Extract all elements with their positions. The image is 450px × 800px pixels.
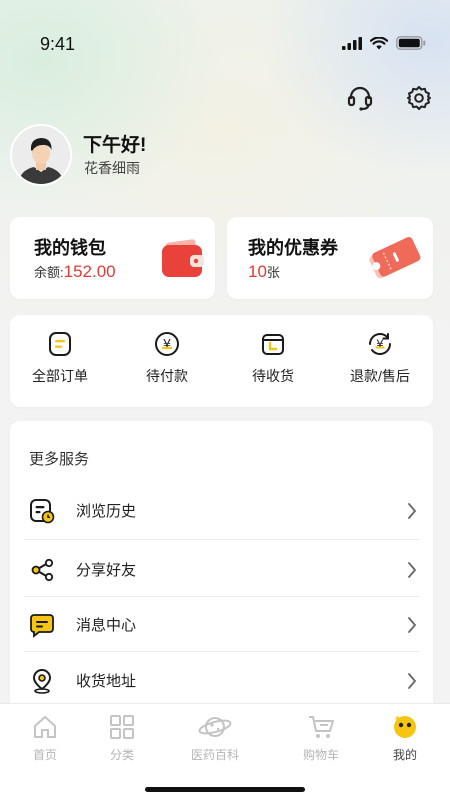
category-icon — [110, 715, 134, 739]
status-time: 9:41 — [40, 34, 76, 54]
customer-service-icon[interactable] — [346, 84, 374, 112]
coupon-title: 我的优惠券 — [248, 238, 338, 258]
message-icon — [28, 611, 56, 639]
location-icon — [28, 667, 56, 695]
history-icon — [28, 497, 56, 525]
signal-icon — [342, 36, 362, 50]
mine-face-icon — [394, 716, 416, 738]
package-icon — [262, 334, 284, 355]
username: 花香细雨 — [84, 160, 140, 176]
service-share[interactable]: 分享好友 — [24, 542, 419, 597]
wifi-icon — [370, 36, 388, 49]
planet-icon — [198, 717, 232, 737]
divider — [24, 539, 419, 540]
order-refund[interactable]: ¥ 退款/售后 — [330, 330, 430, 386]
chevron-right-icon — [408, 616, 417, 633]
service-address[interactable]: 收货地址 — [24, 653, 419, 708]
cart-icon — [309, 716, 334, 738]
tab-encyclopedia[interactable]: 医药百科 — [175, 714, 255, 763]
chevron-right-icon — [408, 502, 417, 519]
balance-value: 152.00 — [63, 262, 116, 281]
wallet-icon — [162, 239, 204, 277]
tab-mine-label: 我的 — [392, 748, 417, 762]
services-card: 更多服务 浏览历史 分享好友 消息中心 收货地址 — [10, 421, 433, 721]
settings-gear-icon[interactable] — [405, 84, 433, 112]
home-icon — [34, 716, 56, 738]
tab-home[interactable]: 首页 — [5, 714, 85, 763]
status-icons — [342, 36, 426, 50]
wallet-card[interactable]: 我的钱包 余额: 152.00 — [10, 217, 215, 299]
tab-bar: 首页 分类 医药百科 购物车 我的 — [0, 703, 450, 800]
services-title: 更多服务 — [29, 451, 90, 468]
yuan-coin-icon: ¥ — [155, 332, 179, 356]
tab-category[interactable]: 分类 — [82, 714, 162, 763]
service-messages[interactable]: 消息中心 — [24, 597, 419, 652]
tab-home-label: 首页 — [32, 748, 57, 762]
battery-icon — [396, 36, 426, 50]
coupon-count-unit: 张 — [266, 265, 280, 280]
service-address-label: 收货地址 — [76, 673, 137, 690]
service-share-label: 分享好友 — [76, 562, 137, 579]
divider — [24, 651, 419, 652]
tab-encyclopedia-label: 医药百科 — [190, 748, 239, 762]
avatar[interactable] — [10, 124, 72, 186]
order-pending-receipt[interactable]: 待收货 — [223, 330, 323, 386]
order-refund-label: 退款/售后 — [350, 368, 410, 384]
share-icon — [28, 556, 56, 584]
tab-category-label: 分类 — [109, 748, 134, 762]
orders-card: 全部订单 ¥ 待付款 待收货 ¥ 退款/售后 — [10, 315, 433, 407]
coupon-count: 10 张 — [248, 262, 280, 282]
wallet-title: 我的钱包 — [34, 238, 106, 258]
tab-mine[interactable]: 我的 — [365, 714, 445, 763]
order-list-icon — [49, 332, 71, 356]
coupon-ticket-icon — [369, 237, 421, 279]
home-indicator — [145, 787, 305, 792]
order-pending-payment[interactable]: ¥ 待付款 — [117, 330, 217, 386]
order-pending-payment-label: 待付款 — [146, 368, 188, 384]
order-all-label: 全部订单 — [32, 368, 88, 384]
wallet-balance: 余额: 152.00 — [34, 262, 116, 282]
chevron-right-icon — [408, 561, 417, 578]
service-history[interactable]: 浏览历史 — [24, 483, 419, 538]
refund-icon: ¥ — [369, 333, 391, 355]
service-messages-label: 消息中心 — [76, 617, 137, 634]
svg-text:¥: ¥ — [376, 338, 384, 352]
coupon-card[interactable]: 我的优惠券 10 张 — [227, 217, 433, 299]
chevron-right-icon — [408, 672, 417, 689]
tab-cart-label: 购物车 — [302, 748, 339, 762]
coupon-count-value: 10 — [248, 262, 267, 281]
balance-label: 余额: — [34, 265, 64, 280]
order-pending-receipt-label: 待收货 — [252, 368, 294, 384]
svg-text:¥: ¥ — [163, 338, 171, 353]
greeting-text: 下午好! — [83, 135, 147, 156]
tab-cart[interactable]: 购物车 — [281, 714, 361, 763]
service-history-label: 浏览历史 — [76, 503, 137, 520]
order-all[interactable]: 全部订单 — [10, 330, 110, 386]
